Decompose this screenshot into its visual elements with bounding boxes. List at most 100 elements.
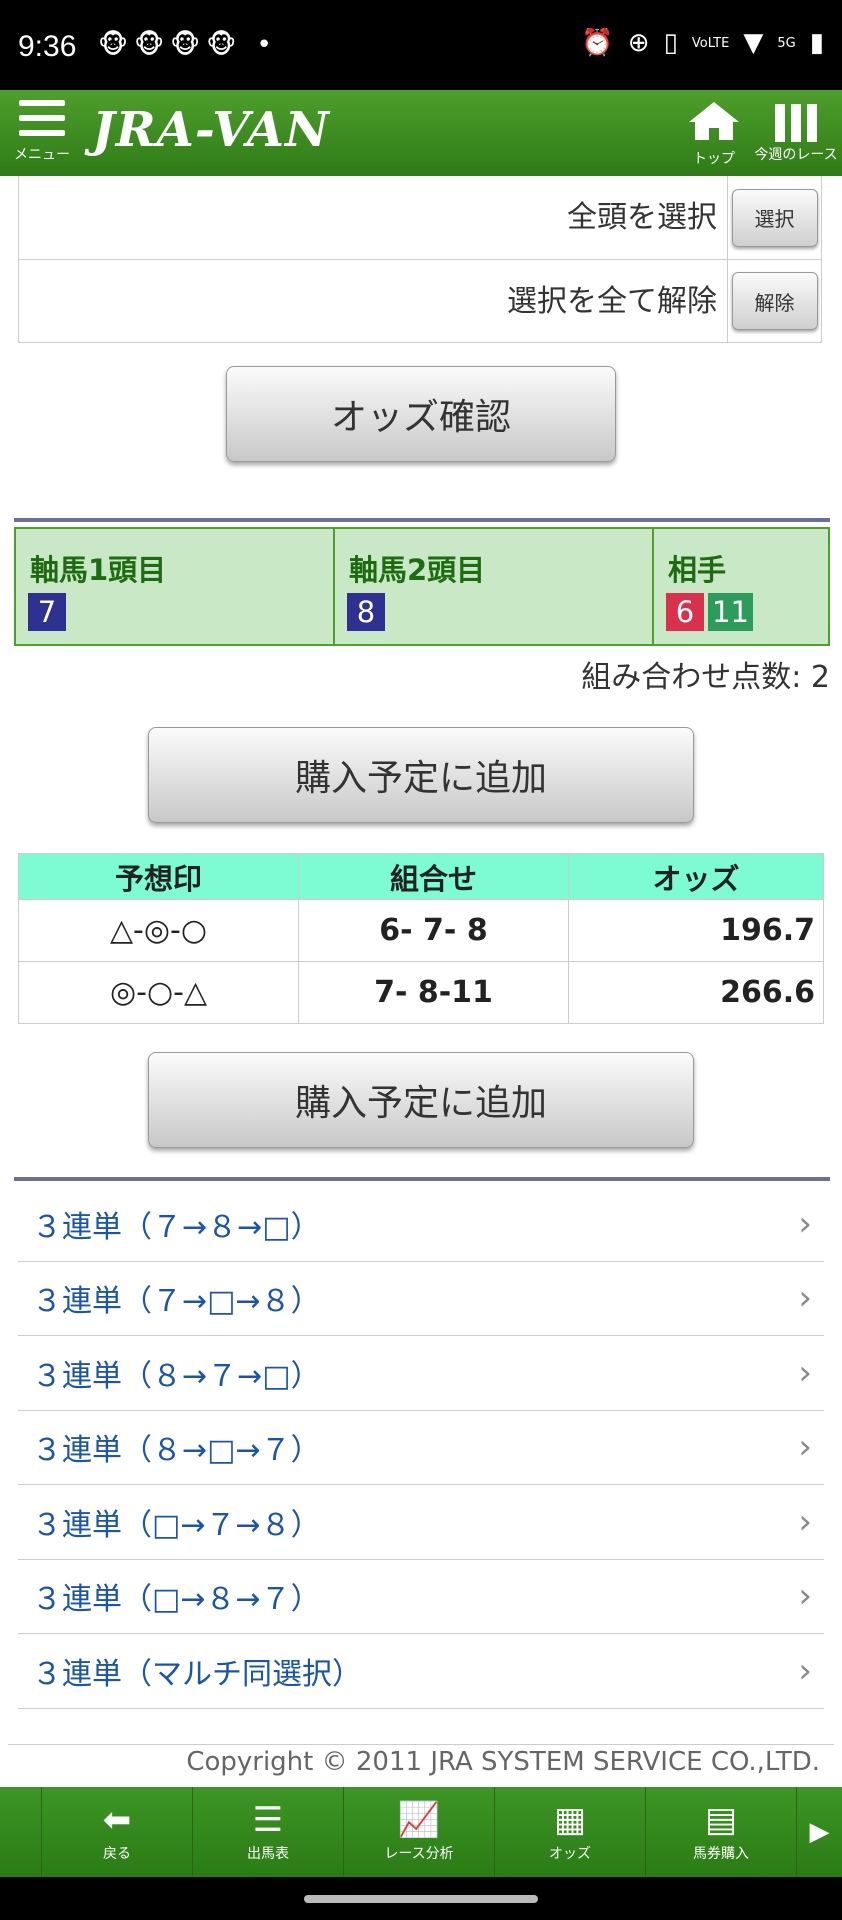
wifi-icon: ▼ [743,28,764,58]
list-item[interactable]: ３連単（８→□→７） › [18,1411,824,1485]
odds-table: 予想印 組合せ オッズ △-◎-○ 6- 7- 8 196.7 ◎-○-△ 7-… [18,853,824,1024]
combination: 7- 8-11 [298,961,569,1024]
selection-controls: 全頭を選択 選択 選択を全て解除 解除 [18,176,822,343]
5g-signal-icon: 5G [777,35,796,51]
axis1-title: 軸馬1頭目 [30,553,167,587]
chevron-right-icon: › [798,1427,812,1468]
odds-value: 196.7 [568,899,824,962]
selection-summary: 軸馬1頭目 7 軸馬2頭目 8 相手 6 11 [14,527,830,646]
status-icons: ⏰ ⊕ ▯ VoLTE ▼ 5G ▮ [581,28,824,58]
nav-more-arrow-icon[interactable]: ▶ [797,1787,842,1877]
partner-horse-number: 11 [708,593,753,631]
add-to-plan-button[interactable]: 購入予定に追加 [148,1052,694,1148]
vibrate-icon: ▯ [663,28,678,58]
jra-van-logo[interactable]: JRA-VAN [92,102,330,158]
list-icon: ☰ [252,1800,284,1840]
combination-count: 組み合わせ点数: 2 [581,660,830,695]
header-combination: 組合せ [298,853,569,900]
partner-column: 相手 6 11 [654,529,828,644]
this-week-races-button[interactable]: 今週のレース [754,100,838,164]
chevron-right-icon: › [798,1352,812,1393]
notification-icons: 🐵🐵🐵🐵 • [98,30,278,60]
partner-horse-number: 6 [666,593,704,631]
link-label[interactable]: ３連単（７→８→□） [32,1202,321,1246]
divider [14,1177,830,1181]
list-item[interactable]: ３連単（８→７→□） › [18,1336,824,1411]
header-mark: 予想印 [18,853,299,900]
link-label[interactable]: ３連単（マルチ同選択） [32,1649,362,1693]
link-label[interactable]: ３連単（８→□→７） [32,1425,321,1469]
odds-confirm-button[interactable]: オッズ確認 [226,366,616,462]
list-item[interactable]: ３連単（□→８→７） › [18,1560,824,1634]
link-label[interactable]: ３連単（８→７→□） [32,1351,321,1395]
axis1-horse-number: 7 [28,593,66,631]
chevron-right-icon: › [798,1650,812,1691]
list-item[interactable]: ３連単（７→８→□） › [18,1187,824,1262]
system-nav-bar [0,1877,842,1920]
combination: 6- 7- 8 [298,899,569,962]
back-arrow-icon: ⬅ [102,1800,132,1840]
link-label[interactable]: ３連単（□→８→７） [32,1574,321,1618]
list-item[interactable]: ３連単（７→□→８） › [18,1262,824,1336]
menu-label: メニュー [14,147,70,163]
clear-selection-label: 選択を全て解除 [507,284,717,319]
link-label[interactable]: ３連単（□→７→８） [32,1500,321,1544]
chart-icon: 📈 [397,1800,441,1840]
clear-selection-row: 選択を全て解除 解除 [19,259,821,342]
axis2-title: 軸馬2頭目 [349,553,486,587]
hamburger-icon [19,100,65,136]
nav-label: レース分析 [384,1846,454,1862]
this-week-races-label: 今週のレース [754,147,838,163]
nav-buy-ticket[interactable]: ▤ 馬券購入 [646,1787,797,1877]
chevron-right-icon: › [798,1203,812,1244]
nav-race-analysis[interactable]: 📈 レース分析 [344,1787,495,1877]
gesture-handle[interactable] [304,1895,538,1903]
columns-icon [773,104,819,142]
nav-label: 馬券購入 [693,1846,749,1862]
volte-icon: VoLTE [691,35,730,51]
link-label[interactable]: ３連単（７→□→８） [32,1276,321,1320]
home-button[interactable]: トップ [682,100,746,168]
app-header: メニュー JRA-VAN トップ 今週のレース [0,90,842,176]
table-row: △-◎-○ 6- 7- 8 196.7 [18,899,824,962]
home-icon [689,102,739,140]
nav-label: 出馬表 [247,1846,289,1862]
select-all-row: 全頭を選択 選択 [19,176,821,259]
nav-label: オッズ [549,1846,591,1862]
partner-title: 相手 [668,553,727,587]
nav-race-card[interactable]: ☰ 出馬表 [193,1787,344,1877]
add-to-plan-button[interactable]: 購入予定に追加 [148,727,694,823]
trifecta-links: ３連単（７→８→□） › ３連単（７→□→８） › ３連単（８→７→□） › ３連単（… [18,1187,824,1709]
axis2-horse-number: 8 [347,593,385,631]
ticket-icon: ▤ [704,1800,738,1840]
list-item[interactable]: ３連単（マルチ同選択） › [18,1634,824,1709]
prediction-mark: △-◎-○ [18,899,299,962]
home-label: トップ [693,151,735,167]
divider [14,518,830,522]
nav-back[interactable]: ⬅ 戻る [42,1787,193,1877]
status-bar: 9:36 🐵🐵🐵🐵 • ⏰ ⊕ ▯ VoLTE ▼ 5G ▮ [0,0,842,90]
data-saver-icon: ⊕ [627,28,650,58]
copyright: Copyright © 2011 JRA SYSTEM SERVICE CO.,… [186,1747,820,1777]
nav-odds[interactable]: ▦ オッズ [495,1787,646,1877]
header-odds: オッズ [568,853,824,900]
select-all-button[interactable]: 選択 [731,188,818,247]
clear-selection-button[interactable]: 解除 [731,272,818,330]
chevron-right-icon: › [798,1501,812,1542]
odds-value: 266.6 [568,961,824,1024]
odds-grid-icon: ▦ [553,1800,587,1840]
menu-button[interactable]: メニュー [12,100,72,172]
chevron-right-icon: › [798,1278,812,1319]
alarm-icon: ⏰ [581,28,614,58]
status-time: 9:36 [18,30,77,63]
table-header-row: 予想印 組合せ オッズ [18,853,824,900]
nav-label: 戻る [103,1846,131,1862]
axis2-column: 軸馬2頭目 8 [335,529,654,644]
axis1-column: 軸馬1頭目 7 [16,529,335,644]
select-all-label: 全頭を選択 [567,200,717,235]
table-row: ◎-○-△ 7- 8-11 266.6 [18,961,824,1024]
footer-divider [8,1744,834,1745]
list-item[interactable]: ３連単（□→７→８） › [18,1485,824,1560]
bottom-nav: ⬅ 戻る ☰ 出馬表 📈 レース分析 ▦ オッズ ▤ 馬券購入 ▶ [0,1787,842,1877]
battery-icon: ▮ [809,28,824,58]
